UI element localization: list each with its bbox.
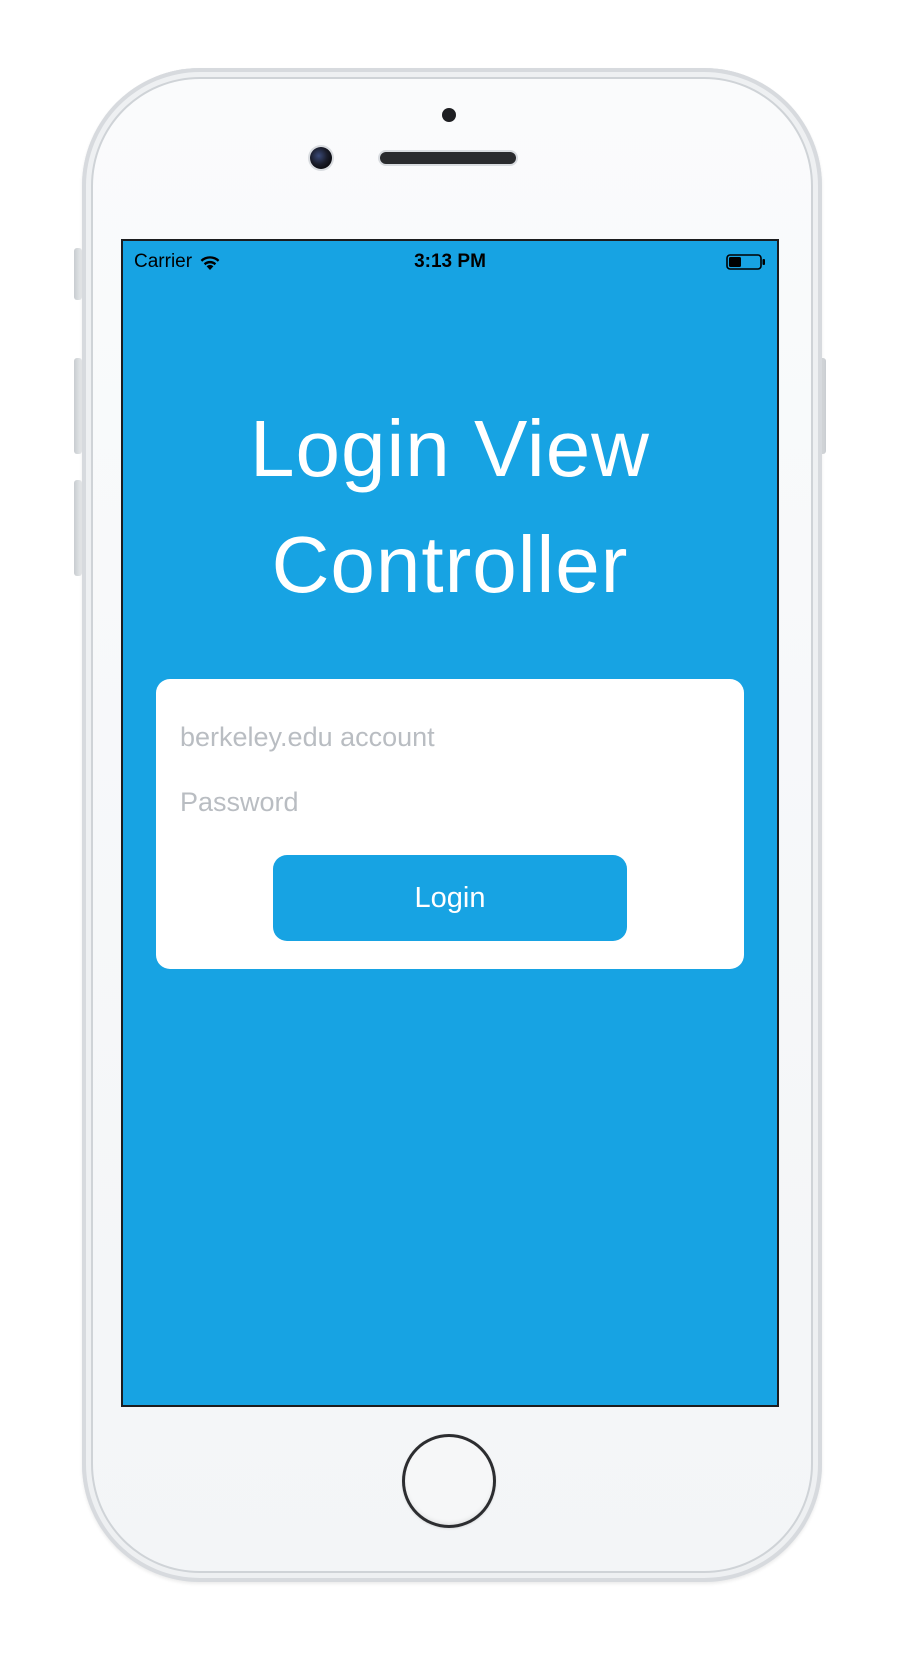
status-time: 3:13 PM	[414, 251, 486, 272]
earpiece-speaker	[380, 152, 516, 164]
app-screen: Carrier 3:13 PM Login View Controller be…	[121, 239, 779, 1407]
status-bar: Carrier 3:13 PM	[123, 241, 777, 281]
volume-down-button	[74, 480, 82, 576]
battery-icon	[726, 254, 766, 270]
device-stage: Carrier 3:13 PM Login View Controller be…	[0, 0, 900, 1656]
mute-switch	[74, 248, 82, 300]
volume-up-button	[74, 358, 82, 454]
title-line-1: Login View	[250, 404, 650, 493]
front-camera	[310, 147, 332, 169]
proximity-sensor	[442, 108, 456, 122]
title-line-2: Controller	[271, 520, 629, 609]
home-button	[402, 1434, 496, 1528]
login-card: Login	[156, 679, 744, 969]
account-input[interactable]	[180, 717, 720, 757]
password-input[interactable]	[180, 782, 720, 822]
page-title: Login View Controller	[123, 391, 777, 623]
login-button[interactable]: Login	[273, 855, 627, 941]
